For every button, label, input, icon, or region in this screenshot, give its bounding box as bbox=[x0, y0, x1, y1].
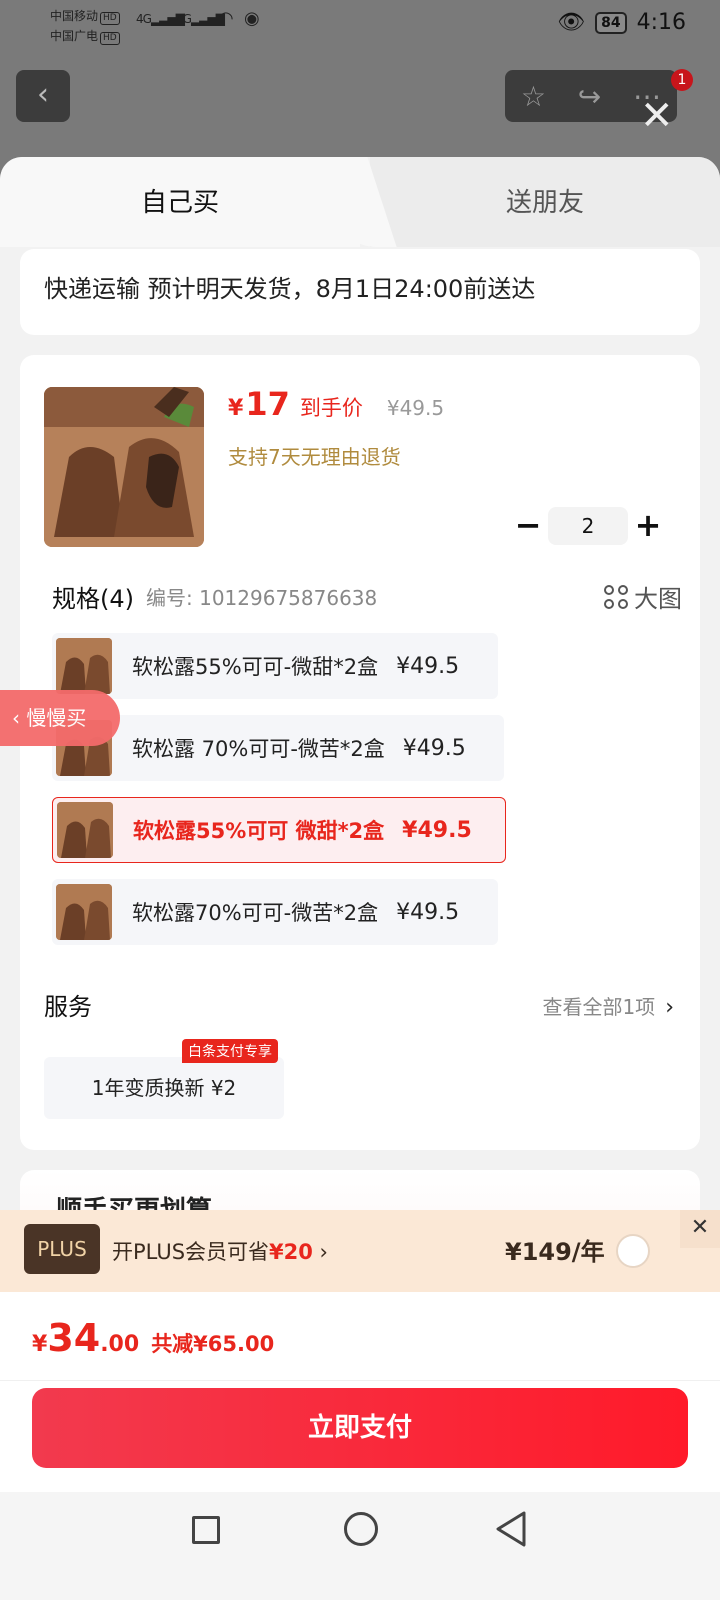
recent-apps-icon[interactable] bbox=[192, 1516, 220, 1544]
chevron-left-icon: ‹ bbox=[37, 77, 49, 112]
spec-option[interactable]: 软松露55%可可-微甜*2盒 ¥49.5 bbox=[52, 633, 498, 699]
option-label: 软松露55%可可-微甜*2盒 bbox=[132, 655, 379, 679]
option-label: 软松露70%可可-微苦*2盒 bbox=[132, 901, 379, 925]
notification-badge: 1 bbox=[671, 69, 693, 91]
carrier-1: 中国移动 bbox=[50, 9, 99, 23]
option-price: ¥49.5 bbox=[396, 899, 460, 925]
tab-gift[interactable]: 送朋友 bbox=[370, 157, 720, 247]
quantity-input[interactable]: 2 bbox=[548, 507, 628, 545]
delivery-text: 快递运输 预计明天发货，8月1日24:00前送达 bbox=[44, 275, 536, 303]
battery-icon: 84 bbox=[595, 11, 627, 34]
option-thumbnail bbox=[56, 638, 112, 694]
eye-icon: 👁 bbox=[557, 10, 586, 35]
star-icon[interactable]: ☆ bbox=[521, 80, 546, 113]
option-price: ¥49.5 bbox=[402, 735, 466, 761]
divider bbox=[0, 1380, 720, 1381]
home-icon[interactable] bbox=[344, 1512, 378, 1546]
carrier-info: 中国移动 HD 中国广电 HD bbox=[50, 6, 120, 46]
plus-text: 开PLUS会员可省¥20 › bbox=[112, 1240, 328, 1264]
price-symbol: ¥ bbox=[228, 396, 244, 421]
status-right: 👁 84 4:16 bbox=[557, 10, 686, 35]
plus-radio[interactable] bbox=[616, 1234, 650, 1268]
wifi-icon: ◠ bbox=[218, 8, 234, 29]
product-card: ¥ 17 到手价 ¥49.5 支持7天无理由退货 − 2 + 规格(4) 编号:… bbox=[20, 355, 700, 1150]
back-triangle-icon[interactable] bbox=[494, 1510, 528, 1548]
grid-icon bbox=[604, 584, 628, 609]
spec-option[interactable]: 软松露 70%可可-微苦*2盒 ¥49.5 bbox=[52, 715, 504, 781]
close-icon[interactable]: ✕ bbox=[680, 1210, 720, 1248]
big-picture-button[interactable]: 大图 bbox=[604, 579, 682, 614]
pay-area: ¥ 34 .00 共减¥65.00 立即支付 bbox=[0, 1292, 720, 1492]
system-nav-bar bbox=[0, 1492, 720, 1600]
status-bar: 中国移动 HD 中国广电 HD 4G▂▃▅▇ 4G▂▃▅▇ ◠ ◉ 👁 84 4:1… bbox=[0, 0, 720, 50]
final-price-label: 到手价 bbox=[299, 396, 363, 420]
spec-header: 规格(4) 编号: 10129675876638 大图 bbox=[52, 579, 682, 614]
option-label: 软松露 70%可可-微苦*2盒 bbox=[132, 737, 385, 761]
slow-buy-button[interactable]: ‹ 慢慢买 bbox=[0, 690, 120, 746]
tab-bar: 送朋友 自己买 bbox=[0, 157, 720, 247]
plus-banner[interactable]: PLUS 开PLUS会员可省¥20 › ¥149/年 ✕ bbox=[0, 1210, 720, 1292]
signal-icon: 4G▂▃▅▇ bbox=[176, 12, 225, 26]
hd-badge: HD bbox=[100, 12, 120, 25]
hd-badge: HD bbox=[100, 32, 120, 45]
plus-logo: PLUS bbox=[24, 1224, 100, 1274]
option-price: ¥49.5 bbox=[396, 653, 460, 679]
option-price: ¥49.5 bbox=[402, 817, 472, 843]
option-label: 软松露55%可可 微甜*2盒 bbox=[133, 819, 385, 843]
option-thumbnail bbox=[56, 884, 112, 940]
hotspot-icon: ◉ bbox=[244, 8, 260, 29]
increase-button[interactable]: + bbox=[628, 508, 668, 544]
close-icon[interactable]: ✕ bbox=[640, 96, 674, 136]
clock: 4:16 bbox=[636, 10, 686, 35]
back-button[interactable]: ‹ bbox=[16, 70, 70, 122]
price-row: ¥ 17 到手价 ¥49.5 bbox=[228, 385, 444, 423]
spec-option[interactable]: 软松露70%可可-微苦*2盒 ¥49.5 bbox=[52, 879, 498, 945]
spec-title: 规格(4) bbox=[52, 585, 134, 613]
final-price: 17 bbox=[245, 385, 290, 423]
tab-self-buy[interactable]: 自己买 bbox=[0, 157, 360, 247]
return-policy: 支持7天无理由退货 bbox=[228, 445, 401, 469]
decrease-button[interactable]: − bbox=[508, 508, 548, 544]
share-icon[interactable]: ↪ bbox=[578, 80, 601, 113]
service-title: 服务 bbox=[44, 993, 92, 1021]
original-price: ¥49.5 bbox=[386, 396, 445, 420]
service-option[interactable]: 1年变质换新 ¥2 bbox=[44, 1057, 284, 1119]
service-view-all[interactable]: 查看全部1项 › bbox=[542, 991, 674, 1020]
option-thumbnail bbox=[57, 802, 113, 858]
pay-now-button[interactable]: 立即支付 bbox=[32, 1388, 688, 1468]
total-price: ¥ 34 .00 共减¥65.00 bbox=[32, 1316, 275, 1360]
total-reduction: 共减¥65.00 bbox=[151, 1332, 275, 1356]
plus-price: ¥149/年 bbox=[505, 1238, 605, 1266]
carrier-2: 中国广电 bbox=[50, 29, 99, 43]
delivery-card: 快递运输 预计明天发货，8月1日24:00前送达 bbox=[20, 249, 700, 335]
chevron-right-icon: › bbox=[665, 995, 674, 1020]
sku-number: 编号: 10129675876638 bbox=[146, 586, 378, 610]
service-badge: 白条支付专享 bbox=[182, 1039, 278, 1063]
chevron-left-icon: ‹ bbox=[12, 706, 27, 730]
product-image[interactable] bbox=[44, 387, 204, 547]
spec-option-selected[interactable]: 软松露55%可可 微甜*2盒 ¥49.5 bbox=[52, 797, 506, 863]
quantity-stepper: − 2 + bbox=[508, 507, 668, 545]
